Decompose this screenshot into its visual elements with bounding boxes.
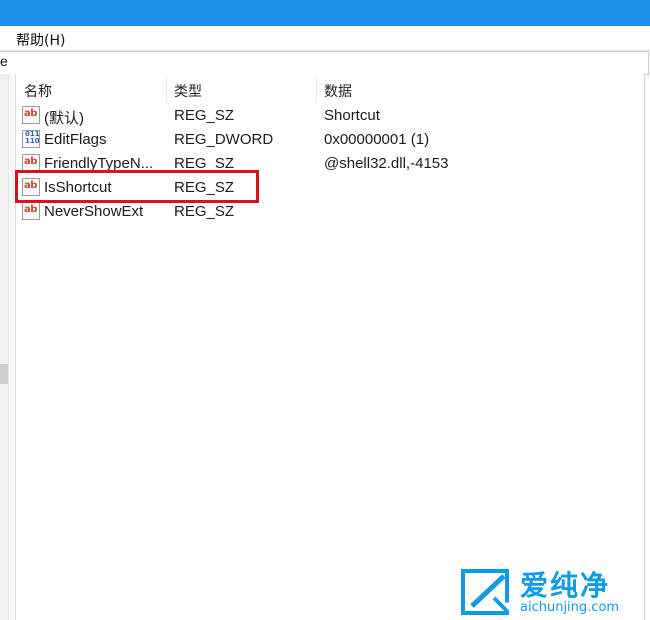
string-value-icon: ab: [22, 106, 40, 124]
icon-glyph: ab: [24, 204, 37, 215]
menu-help[interactable]: 帮助(H): [16, 30, 65, 50]
window-titlebar[interactable]: [0, 0, 650, 26]
value-data: Shortcut: [324, 107, 380, 124]
column-header-data[interactable]: 数据: [324, 81, 352, 101]
binary-value-icon: 011 110: [22, 130, 40, 148]
address-text: e: [0, 53, 8, 69]
highlight-annotation-box: [15, 170, 259, 203]
watermark-brand: 爱纯净: [520, 569, 611, 602]
column-header-name[interactable]: 名称: [24, 81, 52, 101]
tree-scrollbar-thumb[interactable]: [0, 364, 8, 384]
value-row[interactable]: 011 110 EditFlags REG_DWORD 0x00000001 (1…: [16, 128, 644, 152]
icon-glyph: ab: [24, 108, 37, 119]
address-bar[interactable]: e: [0, 51, 649, 75]
menu-bar: 帮助(H): [0, 26, 650, 51]
icon-glyph: 011 110: [25, 130, 40, 145]
value-name: NeverShowExt: [44, 203, 144, 220]
string-value-icon: ab: [22, 202, 40, 220]
column-header-type[interactable]: 类型: [174, 81, 202, 101]
watermark-logo: 爱纯净 aichunjing.com: [458, 564, 648, 618]
tree-pane[interactable]: [0, 74, 8, 620]
column-divider[interactable]: [166, 78, 167, 102]
list-header: 名称 类型 数据: [16, 74, 644, 104]
value-row[interactable]: ab (默认) REG_SZ Shortcut: [16, 104, 644, 128]
value-type: REG_SZ: [174, 107, 235, 124]
watermark-emblem-icon: [461, 569, 510, 615]
tree-scrollbar[interactable]: [0, 74, 8, 620]
column-divider[interactable]: [316, 78, 317, 102]
value-type: REG_SZ: [174, 203, 235, 220]
pane-splitter[interactable]: [8, 74, 16, 620]
value-name: EditFlags: [44, 131, 107, 148]
value-data: 0x00000001 (1): [324, 131, 430, 148]
icon-glyph: ab: [24, 156, 37, 167]
value-type: REG_DWORD: [174, 131, 274, 148]
window-right-edge: [644, 74, 645, 620]
value-name: (默认): [44, 110, 84, 127]
watermark-url: aichunjing.com: [520, 600, 620, 615]
value-row[interactable]: ab NeverShowExt REG_SZ: [16, 200, 644, 224]
value-data: @shell32.dll,-4153: [324, 155, 449, 172]
values-list: 名称 类型 数据 ab (默认) REG_SZ Shortcut 011 110 …: [16, 74, 644, 620]
